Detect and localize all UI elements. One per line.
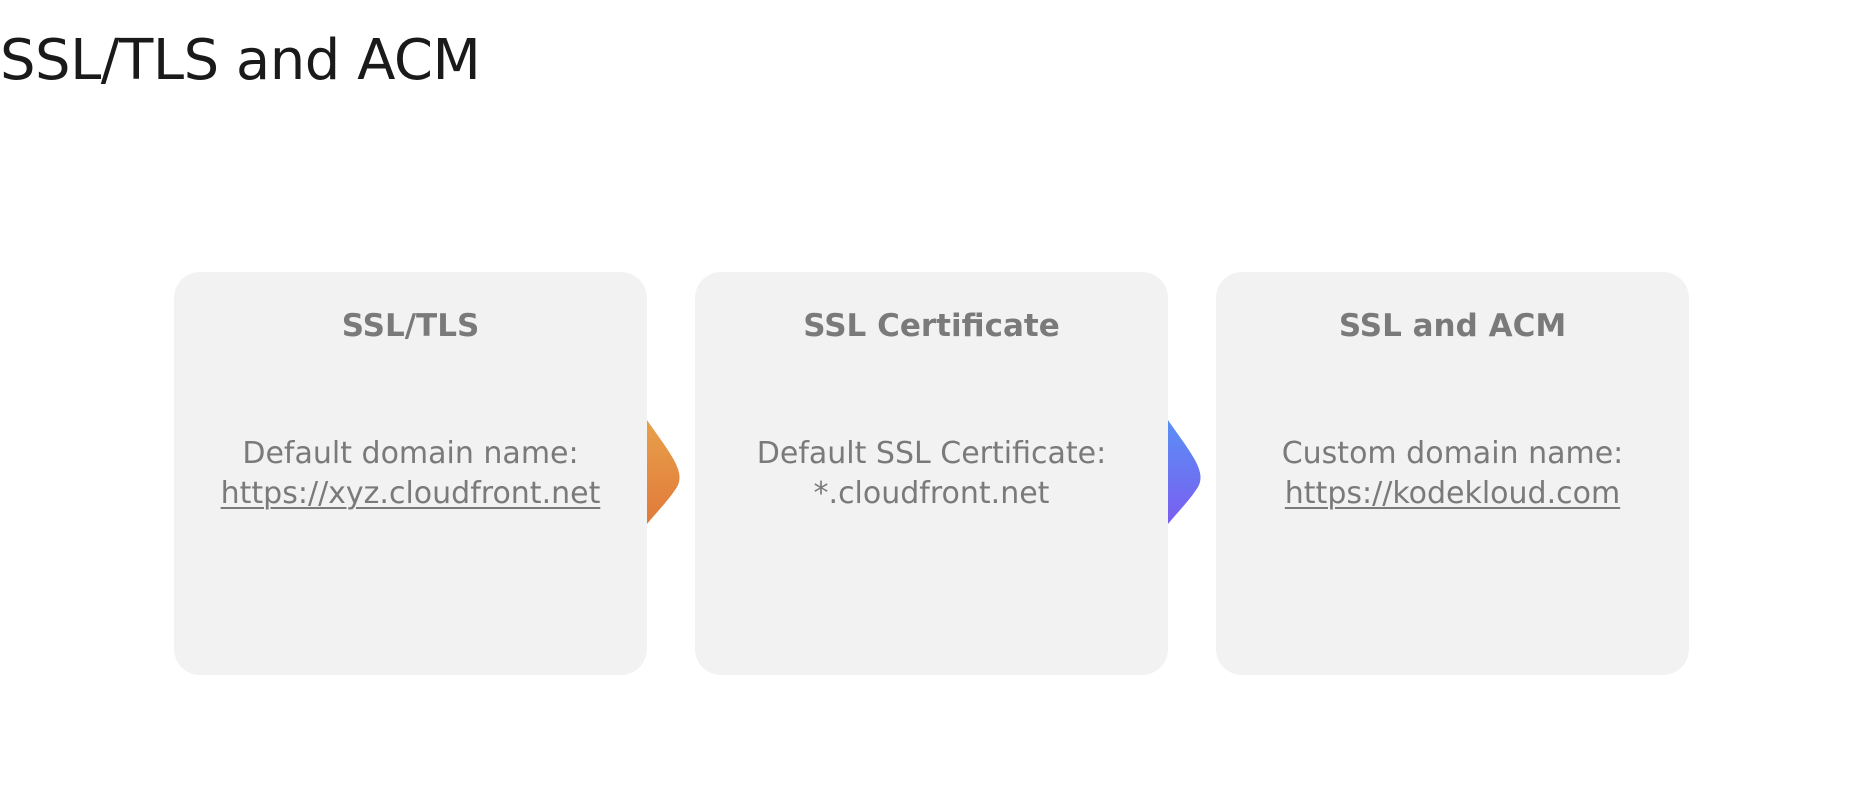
default-domain-link[interactable]: https://xyz.cloudfront.net <box>174 474 647 514</box>
card-heading: SSL and ACM <box>1338 308 1567 344</box>
slide-title: SSL/TLS and ACM <box>0 28 481 93</box>
flow-arrow-2-shape <box>1168 420 1201 524</box>
card-body: Custom domain name: https://kodekloud.co… <box>1216 434 1689 514</box>
card-ssl-and-acm: SSL and ACM Custom domain name: https://… <box>1216 272 1689 675</box>
slide: SSL/TLS and ACM SSL/TLS Default domain n… <box>0 0 1876 792</box>
card-heading: SSL Certificate <box>803 308 1060 344</box>
card-body: Default SSL Certificate: *.cloudfront.ne… <box>695 434 1168 514</box>
flow-arrow-1 <box>647 420 680 524</box>
card-body: Default domain name: https://xyz.cloudfr… <box>174 434 647 514</box>
card-label: Default SSL Certificate: <box>756 436 1107 471</box>
card-label: Default domain name: <box>242 436 579 471</box>
wildcard-certificate-value: *.cloudfront.net <box>813 476 1050 511</box>
custom-domain-link[interactable]: https://kodekloud.com <box>1216 474 1689 514</box>
card-ssl-certificate: SSL Certificate Default SSL Certificate:… <box>695 272 1168 675</box>
flow-arrow-2 <box>1168 420 1201 524</box>
card-label: Custom domain name: <box>1281 436 1624 471</box>
card-heading: SSL/TLS <box>341 308 480 344</box>
flow-arrow-1-shape <box>647 420 680 524</box>
card-ssl-tls: SSL/TLS Default domain name: https://xyz… <box>174 272 647 675</box>
